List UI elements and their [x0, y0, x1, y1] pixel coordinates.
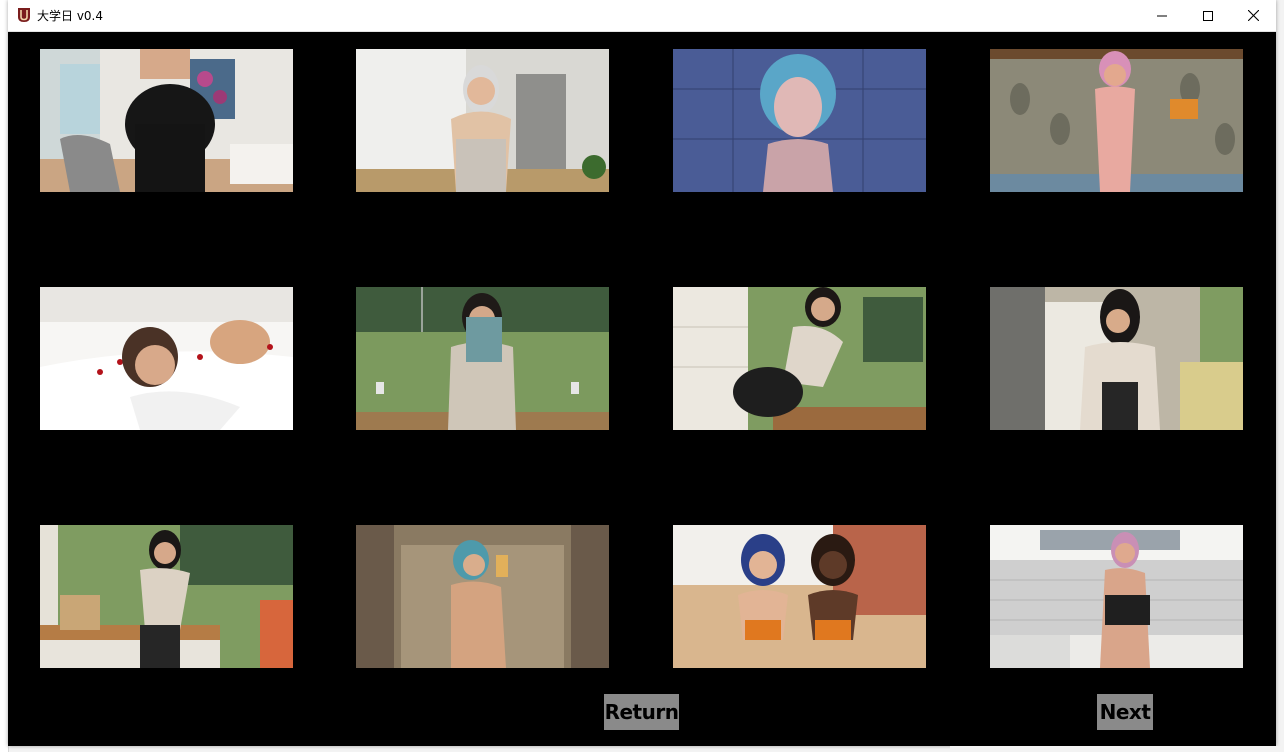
- gallery-thumbnail[interactable]: [673, 287, 926, 430]
- gallery-thumbnail[interactable]: [990, 287, 1243, 430]
- game-window: 大学日 v0.4 Return Next: [8, 0, 1276, 746]
- window-title: 大学日 v0.4: [37, 9, 104, 23]
- maximize-icon: [1203, 10, 1213, 21]
- maximize-button[interactable]: [1185, 0, 1231, 31]
- close-icon: [1247, 10, 1259, 21]
- desktop-background: [950, 746, 1284, 752]
- gallery-thumbnail[interactable]: [40, 287, 293, 430]
- gallery-thumbnail[interactable]: [356, 525, 609, 668]
- gallery-thumbnail[interactable]: [673, 525, 926, 668]
- minimize-icon: [1157, 15, 1167, 16]
- return-button[interactable]: Return: [604, 694, 679, 730]
- close-button[interactable]: [1230, 0, 1276, 31]
- gallery-thumbnail[interactable]: [990, 525, 1243, 668]
- gallery-thumbnail[interactable]: [40, 525, 293, 668]
- title-bar: 大学日 v0.4: [8, 0, 1276, 32]
- gallery-screen: Return Next: [8, 32, 1276, 746]
- next-button[interactable]: Next: [1097, 694, 1153, 730]
- app-logo-icon: [17, 7, 31, 23]
- gallery-thumbnail[interactable]: [673, 49, 926, 192]
- gallery-thumbnail[interactable]: [356, 287, 609, 430]
- gallery-thumbnail[interactable]: [40, 49, 293, 192]
- gallery-thumbnail[interactable]: [356, 49, 609, 192]
- minimize-button[interactable]: [1139, 0, 1185, 31]
- gallery-thumbnail[interactable]: [990, 49, 1243, 192]
